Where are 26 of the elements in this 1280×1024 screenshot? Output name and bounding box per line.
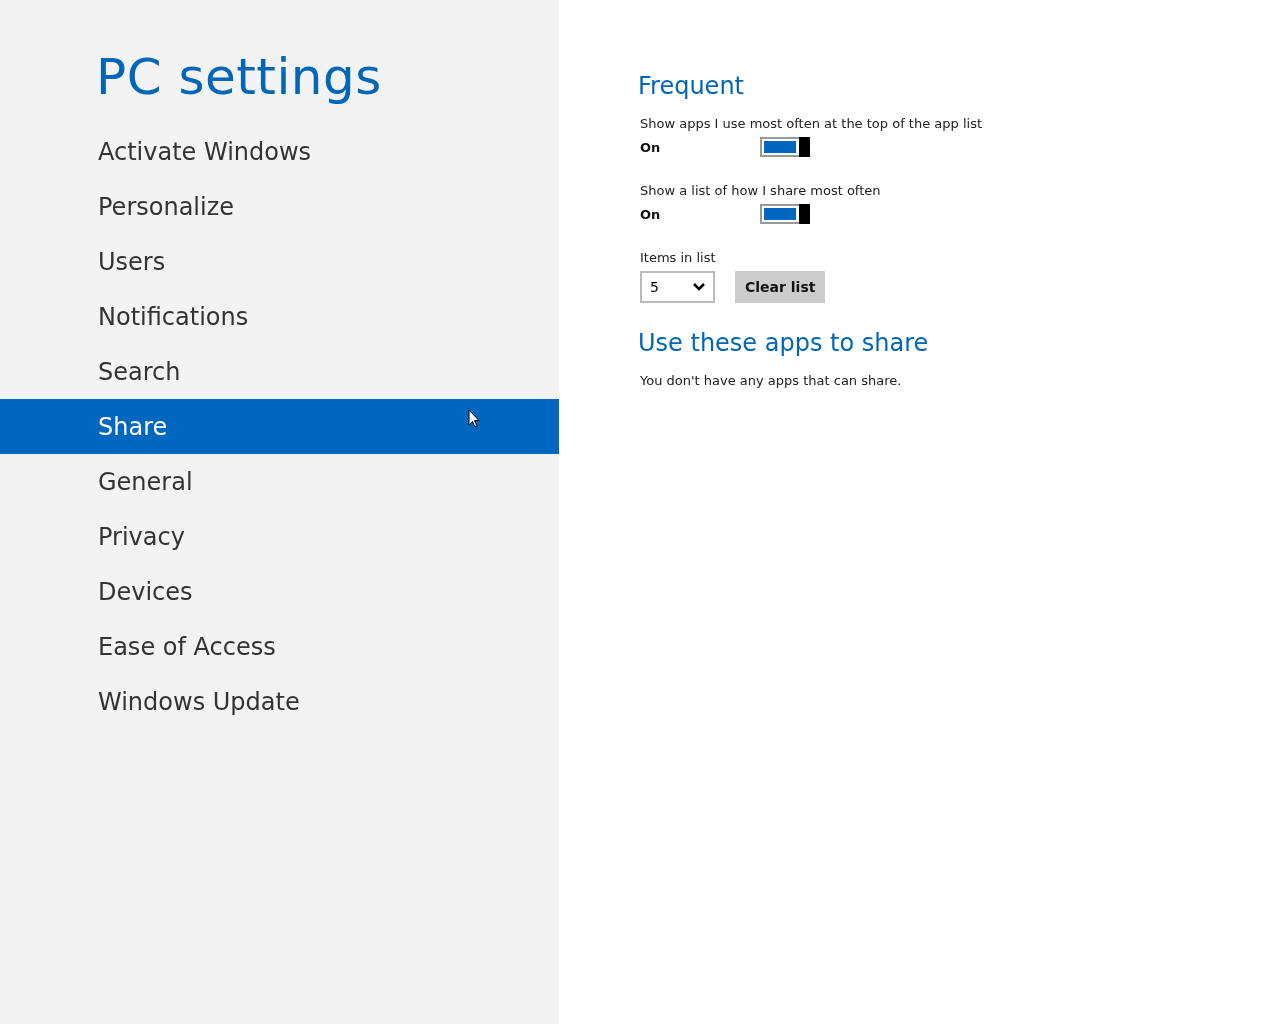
nav-item[interactable]: Activate Windows — [0, 124, 559, 179]
toggle-state: On — [640, 206, 662, 222]
clear-list-button[interactable]: Clear list — [735, 271, 826, 303]
nav-item[interactable]: General — [0, 454, 559, 509]
nav-item[interactable]: Personalize — [0, 179, 559, 234]
toggle-switch[interactable] — [760, 204, 810, 224]
nav-item[interactable]: Share — [0, 399, 559, 454]
toggle-switch[interactable] — [760, 137, 810, 157]
nav-item[interactable]: Search — [0, 344, 559, 399]
section-heading: Frequent — [638, 72, 745, 100]
setting-label: Items in list — [640, 250, 717, 265]
setting-label: Show apps I use most often at the top of the app list — [640, 116, 983, 131]
mouse-pointer-icon — [468, 409, 480, 429]
section-heading: Use these apps to share — [638, 329, 930, 357]
nav-item[interactable]: Devices — [0, 564, 559, 619]
toggle-state: On — [640, 139, 662, 155]
chevron-down-icon — [693, 283, 705, 291]
nav-item[interactable]: Users — [0, 234, 559, 289]
nav-item[interactable]: Notifications — [0, 289, 559, 344]
page-title: PC settings — [96, 48, 383, 106]
nav-item[interactable]: Windows Update — [0, 674, 559, 729]
info-text: You don't have any apps that can share. — [640, 373, 903, 388]
nav-item[interactable]: Privacy — [0, 509, 559, 564]
nav-item[interactable]: Ease of Access — [0, 619, 559, 674]
items-dropdown[interactable]: 5 — [640, 271, 715, 303]
setting-label: Show a list of how I share most often — [640, 183, 882, 198]
